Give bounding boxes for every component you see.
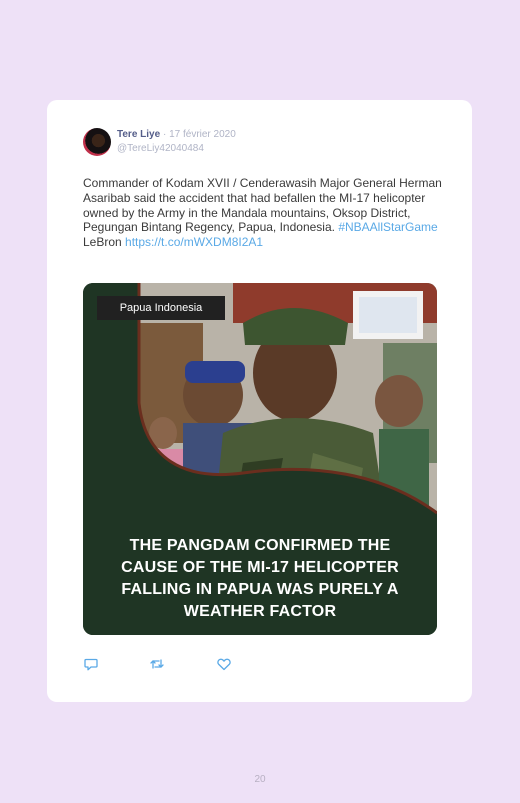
url-link[interactable]: https://t.co/mWXDM8I2A1 xyxy=(125,235,263,249)
tweet-date[interactable]: 17 février 2020 xyxy=(169,129,236,140)
reply-icon[interactable] xyxy=(83,656,99,672)
author-handle[interactable]: @TereLiy42040484 xyxy=(117,143,204,154)
author-avatar[interactable] xyxy=(83,128,111,156)
tweet-text: Commander of Kodam XVII / Cenderawasih M… xyxy=(83,176,443,250)
tweet-body-tail: LeBron xyxy=(83,235,126,250)
page-number: 20 xyxy=(254,774,266,785)
author-name[interactable]: Tere Liye xyxy=(117,129,160,140)
media-headline: THE PANGDAM CONFIRMED THE CAUSE OF THE M… xyxy=(121,537,399,620)
like-icon[interactable] xyxy=(216,656,232,672)
separator-dot: · xyxy=(162,129,167,140)
retweet-icon[interactable] xyxy=(149,656,165,672)
author-row: Tere Liye · 17 février 2020 xyxy=(117,129,236,140)
tweet-card: Tere Liye · 17 février 2020 @TereLiy4204… xyxy=(47,100,472,702)
tweet-media[interactable]: Papua Indonesia THE PANGDAM CONFIRMED TH… xyxy=(83,283,437,635)
media-location-tag: Papua Indonesia xyxy=(97,296,225,320)
hashtag-link[interactable]: #NBAAllStarGame xyxy=(338,220,437,234)
